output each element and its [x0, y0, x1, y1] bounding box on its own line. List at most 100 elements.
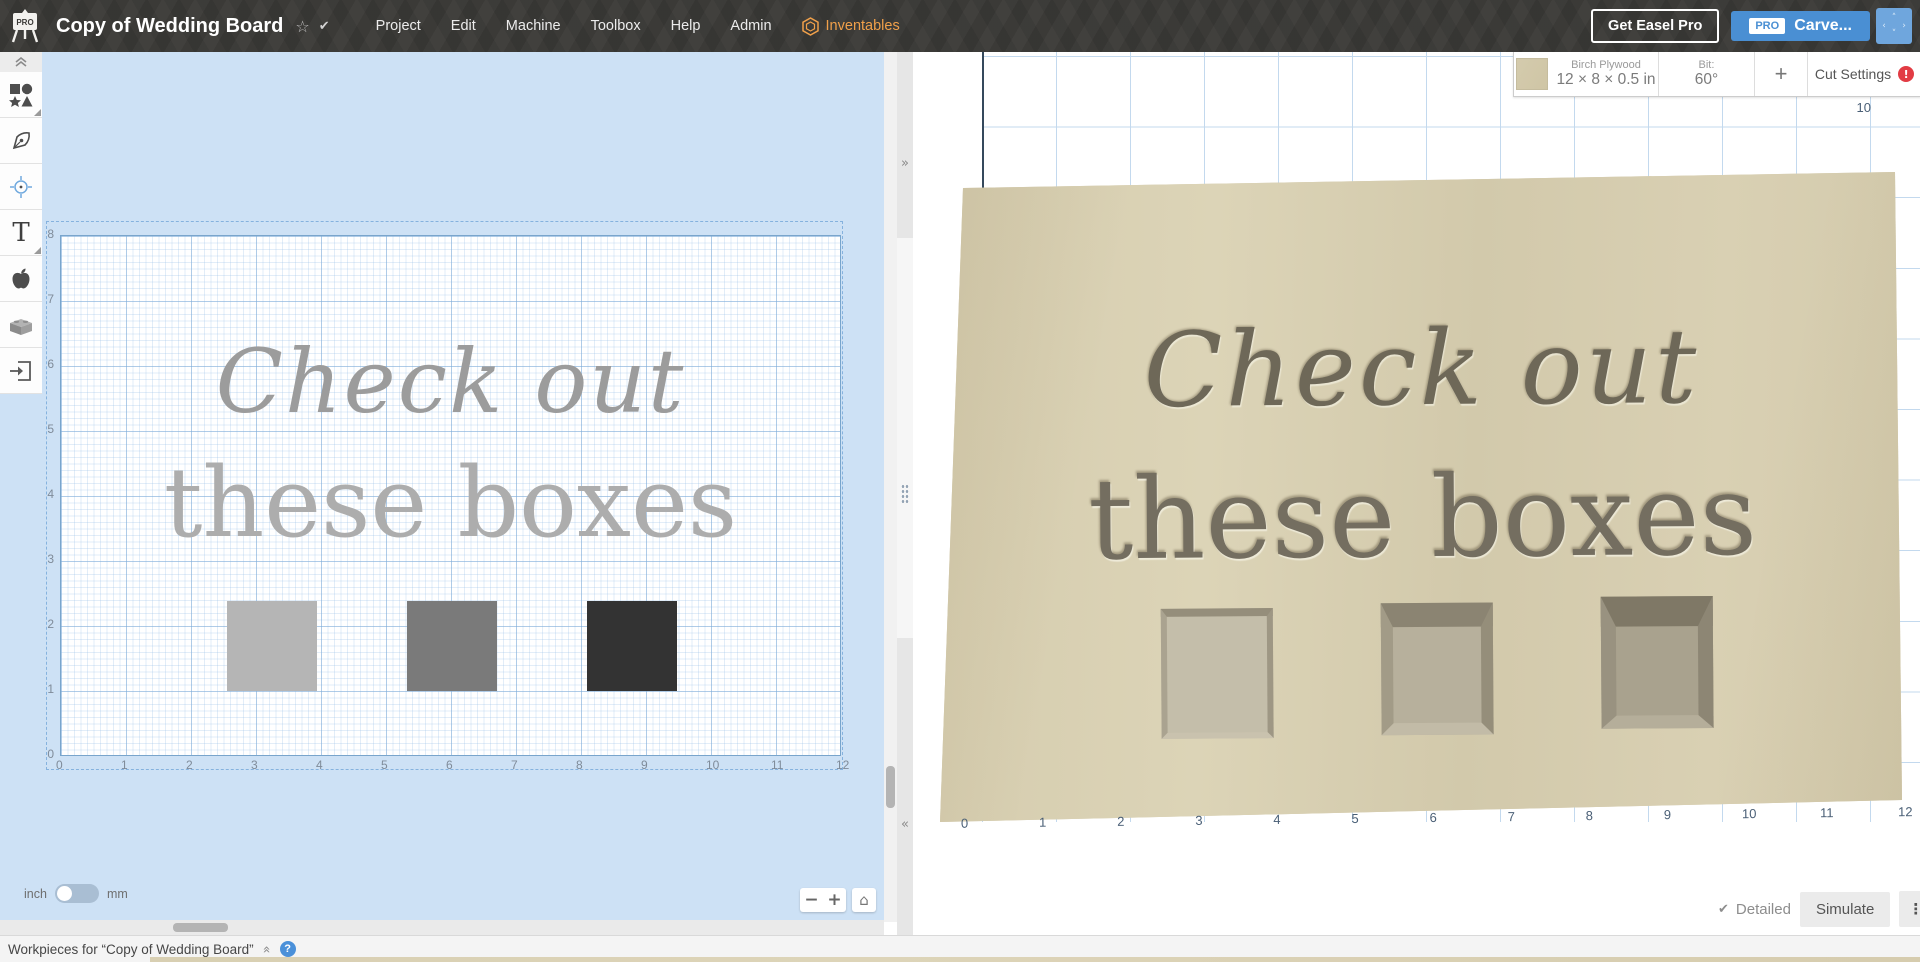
svg-text:PRO: PRO: [16, 18, 33, 27]
zoom-out-button[interactable]: −: [804, 890, 818, 910]
menu-edit[interactable]: Edit: [451, 18, 476, 34]
text-tool-button[interactable]: T: [0, 210, 42, 256]
workpiece-thumbnail-strip[interactable]: [150, 957, 1920, 962]
preview-x-tick: 12: [1898, 804, 1913, 819]
project-title[interactable]: Copy of Wedding Board: [56, 15, 283, 38]
easel-app: 8910 Check out these boxes 0123456789101…: [0, 0, 1920, 962]
vertical-scrollbar-thumb[interactable]: [886, 766, 895, 808]
apps-tool-button[interactable]: [0, 256, 42, 302]
preview-x-tick: 4: [1273, 812, 1280, 827]
ruler-x-tick: 10: [706, 758, 719, 772]
toolbar-collapse-button[interactable]: [0, 52, 42, 73]
menu-machine[interactable]: Machine: [506, 18, 561, 34]
projects-tool-button[interactable]: [0, 302, 42, 348]
preview-3d-viewport[interactable]: 8910 Check out these boxes 0123456789101…: [913, 52, 1920, 930]
bit-label: Bit:: [1699, 59, 1715, 72]
carved-text-line1: Check out: [939, 315, 1905, 425]
ruler-y-tick: 2: [38, 617, 54, 631]
shapes-icon: [9, 83, 33, 107]
carved-design: Check out these boxes: [938, 167, 1908, 834]
unit-mm-label: mm: [107, 887, 128, 901]
workpieces-label: Workpieces for “Copy of Wedding Board”: [8, 942, 254, 957]
design-square-1[interactable]: [227, 601, 317, 691]
bit-selector[interactable]: Bit: 60°: [1659, 52, 1755, 96]
main-menu: Project Edit Machine Toolbox Help Admin: [376, 18, 772, 34]
preview-x-tick: 10: [1742, 806, 1757, 821]
lego-brick-icon: [8, 314, 34, 336]
import-tool-button[interactable]: [0, 348, 42, 394]
origin-tool-button[interactable]: [0, 164, 42, 210]
apple-icon: [9, 267, 33, 291]
kebab-menu-button[interactable]: ⋮: [1899, 891, 1920, 927]
expand-right-arrow[interactable]: »: [897, 156, 913, 171]
preview-x-tick: 6: [1429, 810, 1436, 825]
preview-x-tick: 7: [1508, 809, 1515, 824]
material-selector[interactable]: Birch Plywood 12 × 8 × 0.5 in: [1514, 52, 1659, 96]
carved-pocket-medium: [1381, 603, 1494, 736]
horizontal-scrollbar-thumb[interactable]: [173, 923, 228, 932]
expand-left-arrow[interactable]: «: [897, 817, 913, 832]
inventables-link[interactable]: Inventables: [802, 17, 900, 36]
design-text-line2[interactable]: these boxes: [60, 455, 841, 551]
easel-logo-icon[interactable]: PRO: [10, 9, 40, 43]
design-text-line1[interactable]: Check out: [60, 338, 841, 426]
detailed-toggle[interactable]: ✔ Detailed: [1718, 901, 1791, 918]
cut-settings-button[interactable]: Cut Settings !: [1808, 52, 1920, 96]
text-tool-icon: T: [12, 218, 29, 248]
splitter-drag-handle[interactable]: [901, 484, 909, 504]
help-icon[interactable]: ?: [280, 941, 296, 957]
panel-splitter-middle[interactable]: [897, 238, 913, 638]
saved-check-icon: ✔: [319, 19, 330, 34]
design-square-2[interactable]: [407, 601, 497, 691]
unit-inch-label: inch: [24, 887, 47, 901]
origin-target-icon: [9, 175, 33, 199]
pen-nib-icon: [10, 130, 32, 152]
carved-text-line2: these boxes: [940, 459, 1906, 578]
zoom-controls: − +: [800, 888, 846, 912]
unit-toggle[interactable]: [55, 884, 99, 903]
check-icon: ✔: [1718, 902, 1729, 917]
zoom-in-button[interactable]: +: [827, 890, 841, 910]
menu-admin[interactable]: Admin: [730, 18, 771, 34]
flyout-corner: [34, 247, 41, 254]
favorite-star-icon[interactable]: ☆: [295, 17, 309, 36]
fullscreen-expand-button[interactable]: ˄ ‹› ˅: [1876, 8, 1912, 44]
zoom-home-button[interactable]: ⌂: [852, 888, 876, 912]
detailed-label: Detailed: [1736, 901, 1791, 918]
ruler-x-tick: 6: [446, 758, 453, 772]
ruler-y-tick: 1: [38, 682, 54, 696]
design-square-3[interactable]: [587, 601, 677, 691]
ruler-x-tick: 9: [641, 758, 648, 772]
expand-arrows-icon: ˄ ‹› ˅: [1879, 14, 1909, 38]
carved-pocket-deep: [1601, 596, 1714, 729]
menu-toolbox[interactable]: Toolbox: [591, 18, 641, 34]
ruler-y-tick: 5: [38, 422, 54, 436]
simulate-button[interactable]: Simulate: [1800, 892, 1890, 927]
ruler-x-tick: 8: [576, 758, 583, 772]
preview-x-tick: 1: [1039, 815, 1046, 830]
add-bit-button[interactable]: +: [1755, 52, 1808, 96]
preview-x-tick: 5: [1351, 811, 1358, 826]
menu-help[interactable]: Help: [671, 18, 701, 34]
chevrons-up-icon: [14, 56, 28, 68]
import-icon: [9, 360, 33, 382]
units-control: inch mm: [24, 884, 128, 903]
preview-x-tick: 3: [1195, 813, 1202, 828]
collapse-chevrons-icon[interactable]: »: [259, 945, 274, 953]
preview-x-tick: 0: [961, 816, 968, 831]
get-easel-pro-button[interactable]: Get Easel Pro: [1591, 9, 1719, 43]
menu-project[interactable]: Project: [376, 18, 421, 34]
inventables-cube-icon: [802, 17, 819, 36]
cut-settings-label: Cut Settings: [1815, 66, 1891, 82]
material-name: Birch Plywood: [1571, 59, 1641, 72]
ruler-x-tick: 0: [56, 758, 63, 772]
pen-tool-button[interactable]: [0, 118, 42, 164]
ruler-x-tick: 7: [511, 758, 518, 772]
carved-pocket-shallow: [1161, 608, 1274, 739]
ruler-y-tick: 4: [38, 487, 54, 501]
carve-button[interactable]: PRO Carve...: [1731, 11, 1870, 41]
horizontal-scrollbar-track[interactable]: [0, 920, 884, 935]
carve-label: Carve...: [1794, 17, 1852, 35]
shapes-tool-button[interactable]: [0, 72, 42, 118]
pro-badge: PRO: [1749, 18, 1785, 34]
